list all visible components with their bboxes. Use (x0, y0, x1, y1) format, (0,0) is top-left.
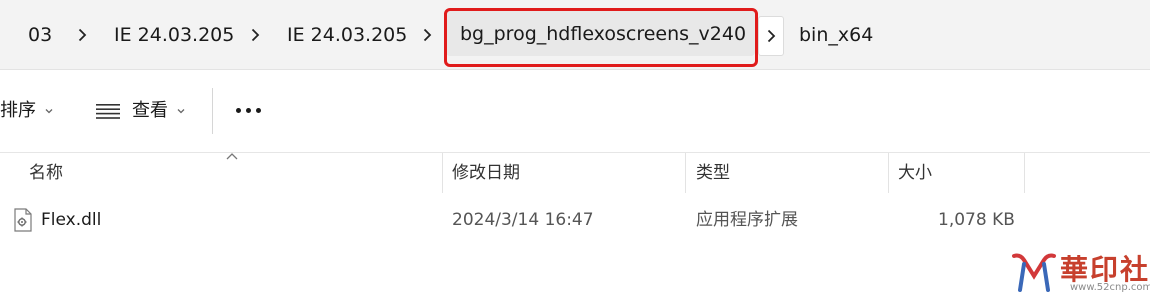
column-separator[interactable] (685, 153, 686, 193)
column-header-type[interactable]: 类型 (696, 153, 730, 193)
column-header-date[interactable]: 修改日期 (452, 153, 520, 193)
command-bar: 排序 查看 (0, 70, 1150, 152)
dll-file-icon (14, 208, 32, 232)
column-header-name[interactable]: 名称 (29, 153, 63, 193)
breadcrumb-item-bin[interactable]: bin_x64 (799, 22, 873, 48)
column-header-size[interactable]: 大小 (898, 153, 932, 193)
file-name: Flex.dll (41, 210, 102, 230)
breadcrumb-item-ie-1[interactable]: IE 24.03.205 (114, 22, 234, 48)
chevron-right-icon[interactable] (75, 22, 89, 48)
sort-label: 排序 (0, 100, 36, 121)
chevron-down-icon (177, 109, 185, 114)
breadcrumb-item-ie-2[interactable]: IE 24.03.205 (287, 22, 407, 48)
breadcrumb-current-label: bg_prog_hdflexoscreens_v240 (460, 23, 747, 45)
chevron-right-icon[interactable] (758, 16, 784, 56)
chevron-right-icon[interactable] (420, 22, 434, 48)
breadcrumb-item-current[interactable]: bg_prog_hdflexoscreens_v240 (446, 11, 755, 56)
divider (0, 152, 1150, 153)
more-options-icon[interactable] (236, 108, 261, 113)
toolbar-divider (212, 88, 213, 134)
list-view-icon (96, 104, 120, 119)
chevron-right-icon[interactable] (248, 22, 262, 48)
file-row[interactable]: Flex.dll 2024/3/14 16:47 应用程序扩展 1,078 KB (0, 198, 1030, 242)
watermark-url: www.52cnp.com (1070, 282, 1150, 293)
column-separator[interactable] (888, 153, 889, 193)
breadcrumb-item-03[interactable]: 03 (28, 22, 52, 48)
column-separator[interactable] (442, 153, 443, 193)
sort-button[interactable]: 排序 (0, 98, 54, 124)
view-label: 查看 (132, 100, 168, 121)
file-type: 应用程序扩展 (696, 210, 798, 230)
sort-ascending-icon (226, 153, 238, 160)
file-modified: 2024/3/14 16:47 (452, 210, 594, 230)
column-separator[interactable] (1024, 153, 1025, 193)
address-bar[interactable]: 03 IE 24.03.205 IE 24.03.205 bg_prog_hdf… (0, 0, 1150, 70)
view-button[interactable]: 查看 (96, 98, 186, 124)
chevron-down-icon (45, 109, 53, 114)
watermark-logo (1012, 253, 1056, 292)
file-size: 1,078 KB (938, 210, 1015, 230)
